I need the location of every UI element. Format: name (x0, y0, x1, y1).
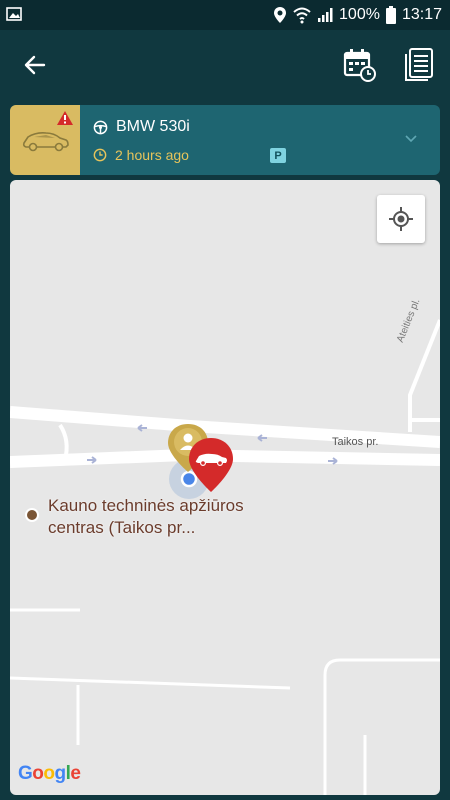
poi-dot-icon (25, 508, 39, 522)
calendar-clock-icon (343, 49, 376, 82)
warning-icon (57, 111, 73, 125)
battery-icon (385, 6, 396, 24)
battery-percent: 100% (339, 6, 380, 23)
trip-history-button[interactable] (340, 46, 378, 84)
app-toolbar (0, 30, 450, 100)
crosshair-icon (389, 207, 413, 231)
log-button[interactable] (400, 46, 438, 84)
map-view[interactable]: Taikos pr. Ateities pl. Kauno techninės … (10, 180, 440, 795)
back-button[interactable] (18, 48, 52, 82)
location-icon (274, 7, 287, 23)
vehicle-name-row: BMW 530i (93, 118, 190, 136)
chevron-down-icon[interactable] (404, 132, 418, 146)
my-location-button[interactable] (377, 195, 425, 243)
car-pin-icon[interactable] (186, 436, 236, 494)
poi-label: Kauno techninės apžiūros centras (Taikos… (48, 495, 244, 539)
google-logo: Google (18, 763, 81, 784)
street-label-main: Taikos pr. (332, 436, 379, 448)
status-bar: 100% 13:17 (0, 0, 450, 30)
last-seen-text: 2 hours ago (115, 147, 189, 163)
wifi-icon (293, 7, 311, 24)
arrow-left-icon (24, 55, 46, 75)
clock: 13:17 (401, 6, 442, 23)
image-notification-icon (6, 7, 22, 21)
vehicle-card[interactable]: BMW 530i 2 hours ago P (10, 105, 440, 175)
poi-label-line1: Kauno techninės apžiūros (48, 496, 244, 515)
signal-icon (318, 8, 333, 22)
last-seen-row: 2 hours ago (93, 147, 189, 163)
status-icons: 100% 13:17 (273, 0, 442, 30)
document-icon (405, 48, 433, 81)
parking-badge: P (270, 148, 286, 163)
vehicle-thumbnail (10, 105, 80, 175)
poi-label-line2: centras (Taikos pr... (48, 518, 196, 537)
steering-wheel-icon (93, 120, 108, 134)
clock-icon (93, 148, 107, 162)
vehicle-name: BMW 530i (116, 118, 190, 135)
